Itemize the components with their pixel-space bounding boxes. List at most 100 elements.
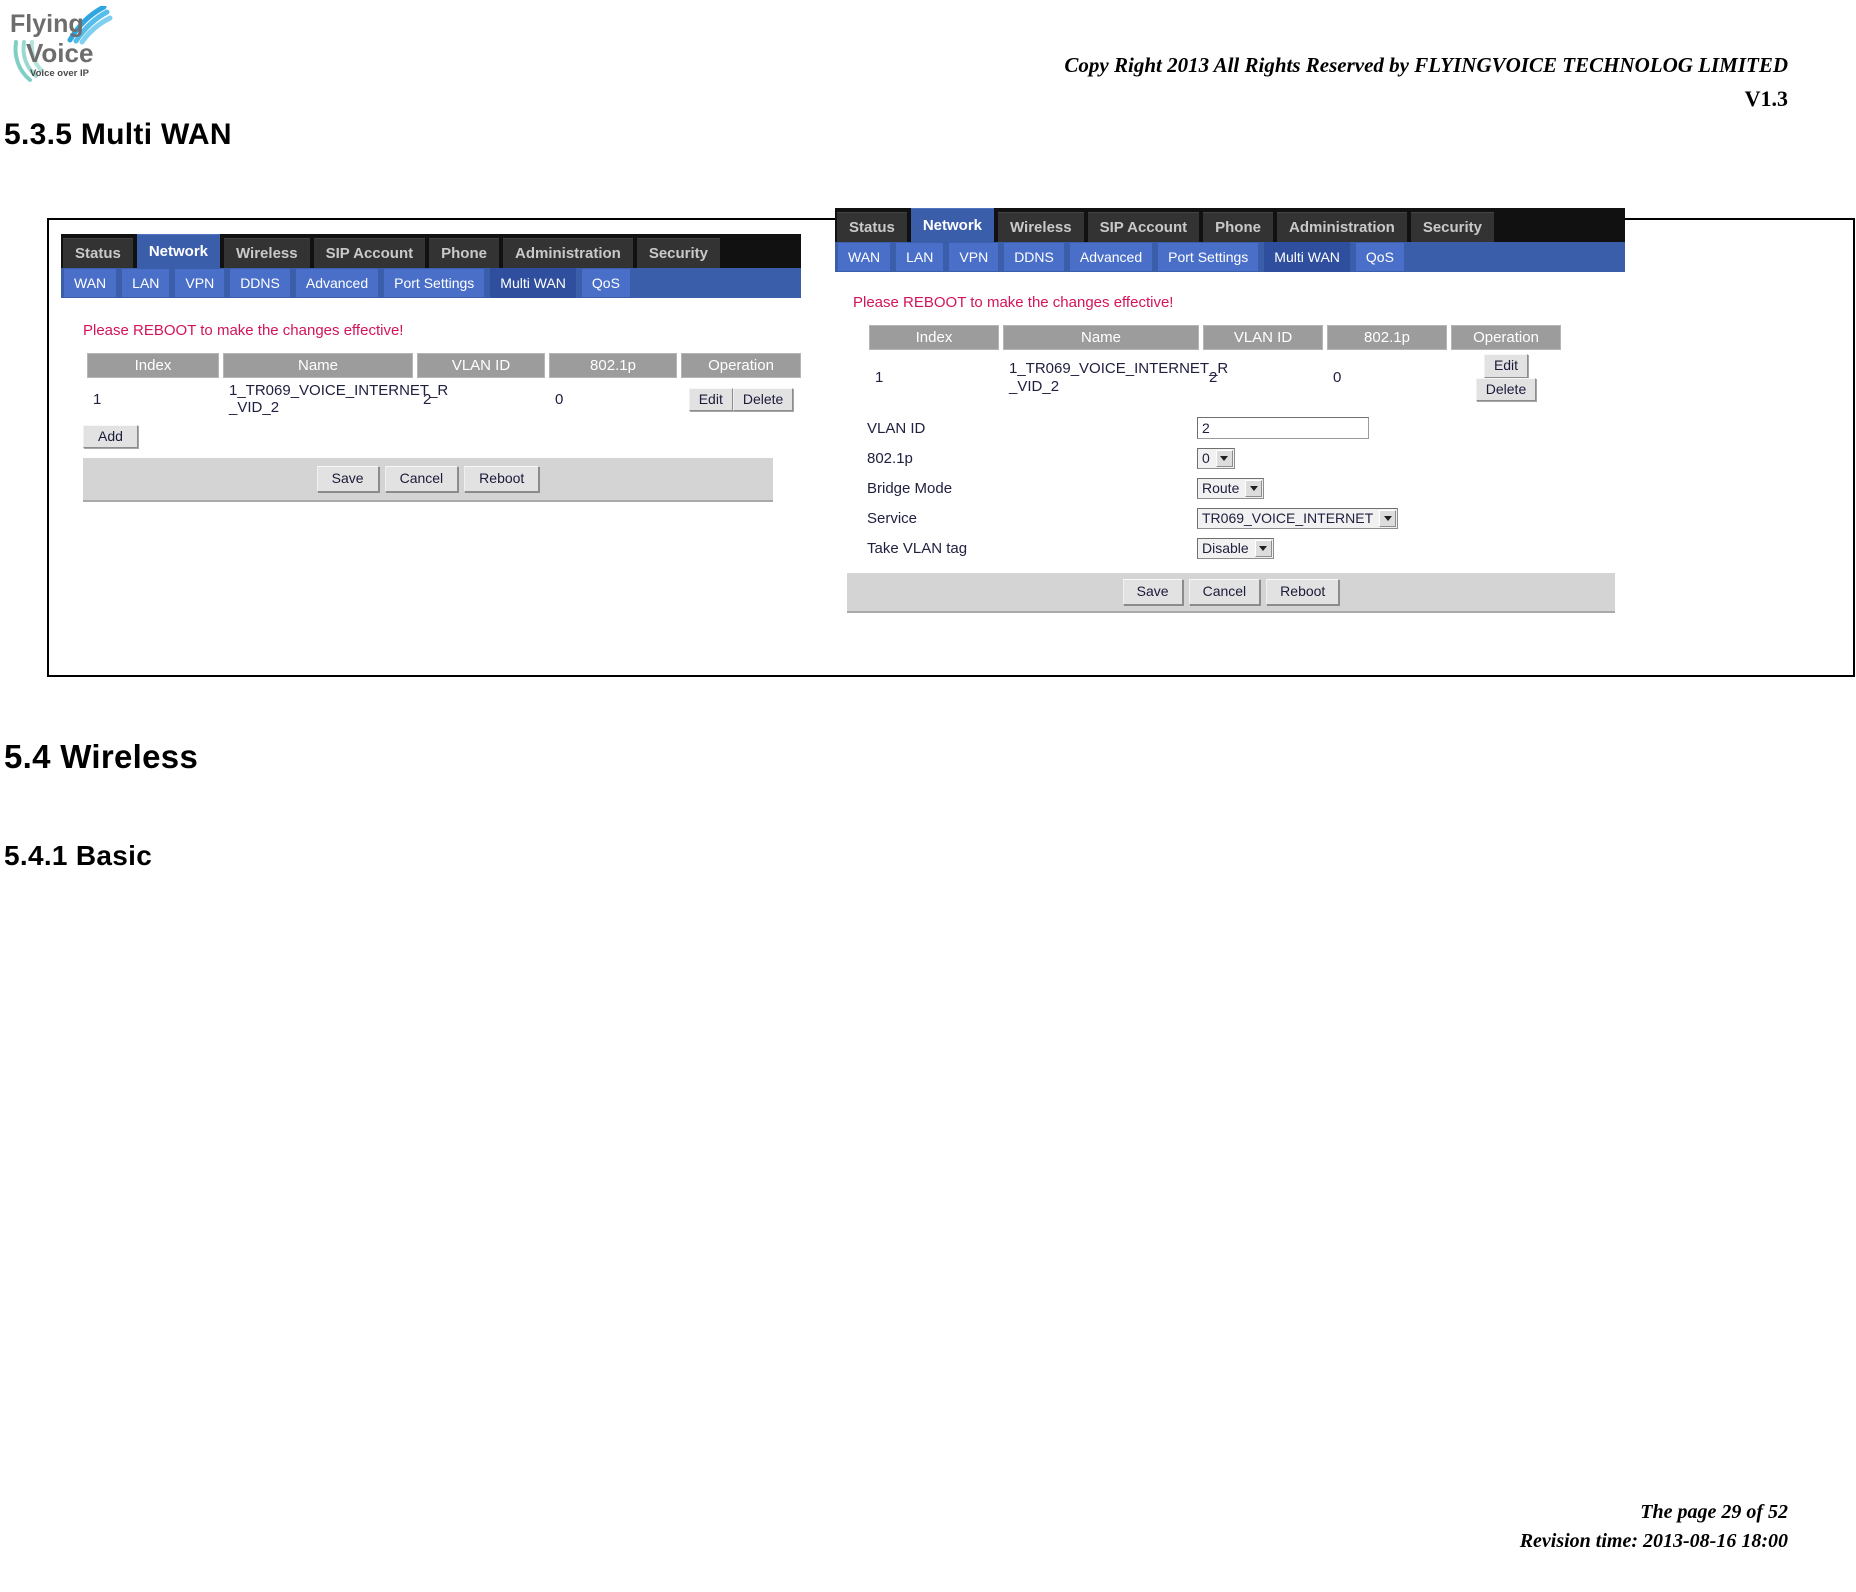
sub-tab-multi-wan[interactable]: Multi WAN: [1264, 242, 1350, 272]
main-tab-sip-account[interactable]: SIP Account: [1087, 212, 1200, 242]
sub-tab-label: LAN: [132, 275, 160, 291]
main-tab-label: Administration: [514, 245, 621, 262]
chevron-down-icon: [1379, 509, 1397, 527]
footer-page-number: The page 29 of 52: [1640, 1501, 1788, 1523]
action-bar-left: Save Cancel Reboot: [83, 458, 773, 502]
main-tab-phone[interactable]: Phone: [1203, 212, 1273, 242]
service-select[interactable]: TR069_VOICE_INTERNET: [1197, 507, 1399, 529]
main-tab-phone[interactable]: Phone: [429, 238, 499, 268]
cell-802-1p: 0: [549, 378, 677, 421]
sub-tab-label: Advanced: [1079, 249, 1143, 265]
dot1p-select[interactable]: 0: [1197, 447, 1235, 469]
sub-tab-vpn[interactable]: VPN: [175, 269, 225, 297]
col-operation: Operation: [1451, 325, 1561, 350]
chevron-down-icon: [1254, 539, 1272, 557]
cell-index: 1: [87, 378, 219, 421]
edit-button[interactable]: Edit: [688, 387, 733, 411]
delete-button[interactable]: Delete: [732, 387, 794, 411]
main-tab-label: Administration: [1288, 219, 1395, 236]
save-button[interactable]: Save: [1122, 579, 1183, 605]
delete-button[interactable]: Delete: [1475, 377, 1537, 401]
main-tab-status[interactable]: Status: [837, 212, 907, 242]
cell-name-line1: 1_TR069_VOICE_INTERNET_R: [1009, 360, 1229, 378]
page-footer: The page 29 of 52 Revision time: 2013-08…: [1520, 1498, 1788, 1556]
sub-tab-lan[interactable]: LAN: [122, 269, 170, 297]
main-tab-wireless[interactable]: Wireless: [998, 212, 1084, 242]
chevron-down-icon: [1215, 449, 1233, 467]
sub-tab-qos[interactable]: QoS: [581, 269, 630, 297]
col-operation: Operation: [681, 353, 801, 378]
main-tab-label: SIP Account: [325, 245, 414, 262]
save-button[interactable]: Save: [316, 466, 379, 492]
main-tab-wireless[interactable]: Wireless: [224, 238, 310, 268]
sub-tab-advanced[interactable]: Advanced: [295, 269, 379, 297]
main-tab-security[interactable]: Security: [1410, 212, 1495, 242]
flyingvoice-logo: Flying Voice Voice over IP: [8, 6, 126, 84]
main-tab-sip-account[interactable]: SIP Account: [313, 238, 426, 268]
heading-multi-wan: 5.3.5 Multi WAN: [4, 118, 232, 151]
sub-tab-ddns[interactable]: DDNS: [230, 269, 290, 297]
table-header-row: Index Name VLAN ID 802.1p Operation: [869, 325, 1561, 350]
main-tab-administration[interactable]: Administration: [1276, 212, 1407, 242]
take-vlan-tag-select[interactable]: Disable: [1197, 537, 1274, 559]
wan-list-table-right: Index Name VLAN ID 802.1p Operation 1 1_…: [865, 325, 1565, 405]
main-tab-label: Network: [148, 243, 209, 260]
main-tab-label: Network: [922, 217, 983, 234]
sub-tab-ddns[interactable]: DDNS: [1004, 243, 1064, 271]
sub-tab-multi-wan[interactable]: Multi WAN: [490, 268, 576, 298]
wan-list-table-left: Index Name VLAN ID 802.1p Operation 1 1_…: [83, 353, 805, 421]
page-header: Flying Voice Voice over IP Copy Right 20…: [0, 0, 1856, 130]
main-nav-left: Status Network Wireless SIP Account Phon…: [61, 234, 801, 268]
label-vlan-id: VLAN ID: [867, 419, 926, 437]
svg-text:Voice: Voice: [26, 38, 93, 68]
svg-text:Flying: Flying: [10, 10, 84, 38]
cell-operation: EditDelete: [1451, 350, 1561, 405]
form-row-vlan-id: VLAN ID: [867, 413, 1527, 443]
sub-tab-label: Advanced: [305, 275, 369, 291]
dot1p-select-value: 0: [1202, 450, 1210, 466]
cell-index: 1: [869, 350, 999, 405]
main-tab-network[interactable]: Network: [910, 208, 995, 242]
sub-tab-wan[interactable]: WAN: [64, 269, 117, 297]
sub-tab-lan[interactable]: LAN: [896, 243, 944, 271]
main-tab-security[interactable]: Security: [636, 238, 721, 268]
add-button[interactable]: Add: [83, 424, 138, 448]
col-802-1p: 802.1p: [549, 353, 677, 378]
figure-multi-wan-screenshots: Status Network Wireless SIP Account Phon…: [47, 208, 1855, 677]
cancel-button[interactable]: Cancel: [1188, 579, 1261, 605]
sub-tab-label: QoS: [1365, 249, 1394, 265]
cancel-button[interactable]: Cancel: [384, 466, 459, 492]
label-take-vlan-tag: Take VLAN tag: [867, 539, 968, 557]
sub-tab-label: WAN: [74, 275, 107, 291]
heading-wireless: 5.4 Wireless: [4, 738, 199, 775]
sub-tab-port-settings[interactable]: Port Settings: [384, 269, 485, 297]
label-802-1p: 802.1p: [867, 449, 913, 467]
label-bridge-mode: Bridge Mode: [867, 479, 953, 497]
col-name: Name: [1003, 325, 1199, 350]
sub-tab-vpn[interactable]: VPN: [949, 243, 999, 271]
sub-tab-label: Multi WAN: [1274, 249, 1340, 265]
sub-tab-port-settings[interactable]: Port Settings: [1158, 243, 1259, 271]
sub-tab-advanced[interactable]: Advanced: [1069, 243, 1153, 271]
sub-tab-label: VPN: [959, 249, 989, 265]
col-name: Name: [223, 353, 413, 378]
main-tab-status[interactable]: Status: [63, 238, 133, 268]
cell-name: 1_TR069_VOICE_INTERNET_R _VID_2: [223, 378, 448, 421]
main-tab-network[interactable]: Network: [136, 234, 221, 268]
sub-tab-label: DDNS: [1014, 249, 1054, 265]
reboot-button[interactable]: Reboot: [464, 466, 540, 492]
bridge-mode-select[interactable]: Route: [1197, 477, 1265, 499]
sub-tab-label: WAN: [848, 249, 881, 265]
sub-tab-qos[interactable]: QoS: [1355, 243, 1404, 271]
sub-tab-label: QoS: [591, 275, 620, 291]
table-header-row: Index Name VLAN ID 802.1p Operation: [87, 353, 801, 378]
cell-name-line2: _VID_2: [229, 399, 280, 417]
sub-tab-label: Port Settings: [1168, 249, 1249, 265]
sub-tab-wan[interactable]: WAN: [838, 243, 891, 271]
svg-text:Voice over IP: Voice over IP: [30, 68, 90, 79]
vlan-id-input[interactable]: [1197, 417, 1369, 439]
form-row-802-1p: 802.1p 0: [867, 443, 1527, 473]
edit-button[interactable]: Edit: [1483, 354, 1529, 378]
main-tab-administration[interactable]: Administration: [502, 238, 633, 268]
reboot-button[interactable]: Reboot: [1266, 579, 1340, 605]
